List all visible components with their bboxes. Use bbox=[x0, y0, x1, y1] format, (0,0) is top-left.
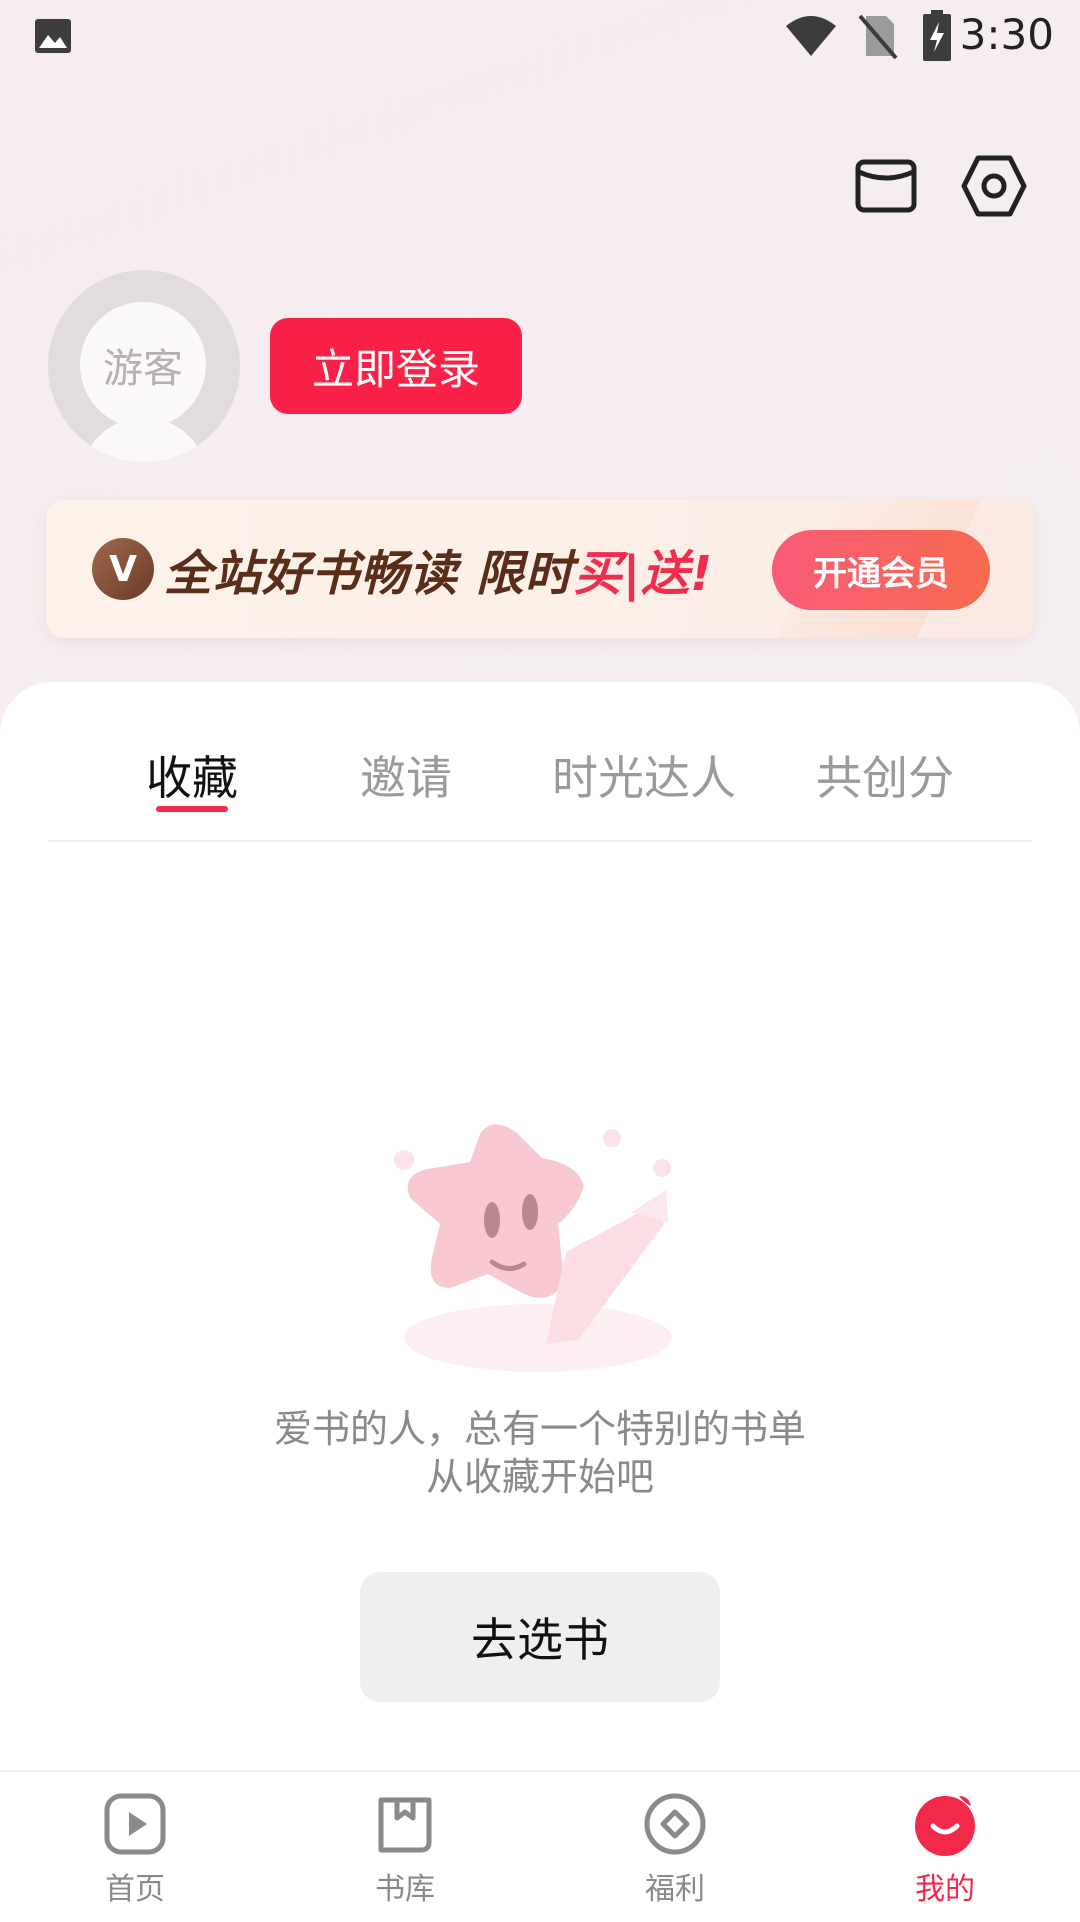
tab-favorites[interactable]: 收藏 bbox=[146, 742, 238, 808]
go-pick-books-button[interactable]: 去选书 bbox=[360, 1572, 720, 1702]
messages-button[interactable] bbox=[850, 150, 922, 222]
empty-message-line2: 从收藏开始吧 bbox=[425, 1455, 654, 1499]
image-notification-icon bbox=[35, 19, 71, 53]
play-icon bbox=[104, 1793, 166, 1855]
bottom-navigation: 首页 书库 福利 我的 bbox=[0, 1770, 1080, 1922]
tab-invite[interactable]: 邀请 bbox=[360, 742, 452, 808]
nav-item-welfare[interactable]: 福利 bbox=[540, 1772, 810, 1922]
no-sim-icon bbox=[858, 14, 898, 60]
tab-active-indicator bbox=[156, 806, 228, 812]
tab-time-master[interactable]: 时光达人 bbox=[552, 742, 736, 808]
coin-icon bbox=[644, 1793, 706, 1855]
vip-promo-highlight: 买|送! bbox=[573, 546, 714, 602]
status-time: 3:30 bbox=[959, 10, 1054, 59]
nav-item-home[interactable]: 首页 bbox=[0, 1772, 270, 1922]
vip-promo-text: 全站好书畅读 限时买|送! bbox=[164, 534, 713, 604]
content-panel: 收藏 邀请 时光达人 共创分 爱书的人，总有一个特别的书单 从收藏开始吧 去选书 bbox=[0, 682, 1080, 1770]
vip-promo-main: 全站好书畅读 限时 bbox=[164, 546, 574, 602]
avatar-guest-label: 游客 bbox=[80, 302, 206, 428]
avatar[interactable]: 游客 bbox=[48, 270, 240, 462]
nav-label-mine: 我的 bbox=[915, 1872, 975, 1907]
nav-label-library: 书库 bbox=[375, 1872, 435, 1907]
nav-item-library[interactable]: 书库 bbox=[270, 1772, 540, 1922]
battery-charging-icon bbox=[923, 10, 951, 61]
open-membership-button[interactable]: 开通会员 bbox=[772, 530, 990, 610]
tab-divider bbox=[48, 840, 1032, 842]
vip-logo-icon: V bbox=[92, 538, 154, 600]
wifi-icon bbox=[786, 16, 836, 56]
tab-co-creation-points[interactable]: 共创分 bbox=[816, 742, 954, 808]
empty-message-line1: 爱书的人，总有一个特别的书单 bbox=[273, 1407, 806, 1451]
library-icon bbox=[378, 1797, 432, 1853]
settings-button[interactable] bbox=[958, 150, 1030, 222]
empty-star-illustration bbox=[394, 1124, 672, 1372]
envelope-icon bbox=[855, 159, 917, 213]
profile-smile-icon bbox=[915, 1796, 975, 1856]
nav-label-welfare: 福利 bbox=[645, 1872, 705, 1907]
settings-hexagon-icon bbox=[961, 155, 1027, 217]
vip-promo-banner[interactable]: V 全站好书畅读 限时买|送! 开通会员 bbox=[46, 500, 1034, 638]
nav-item-mine[interactable]: 我的 bbox=[810, 1772, 1080, 1922]
nav-label-home: 首页 bbox=[105, 1872, 165, 1907]
login-button[interactable]: 立即登录 bbox=[270, 318, 522, 414]
status-bar: 3:30 bbox=[0, 0, 1080, 76]
